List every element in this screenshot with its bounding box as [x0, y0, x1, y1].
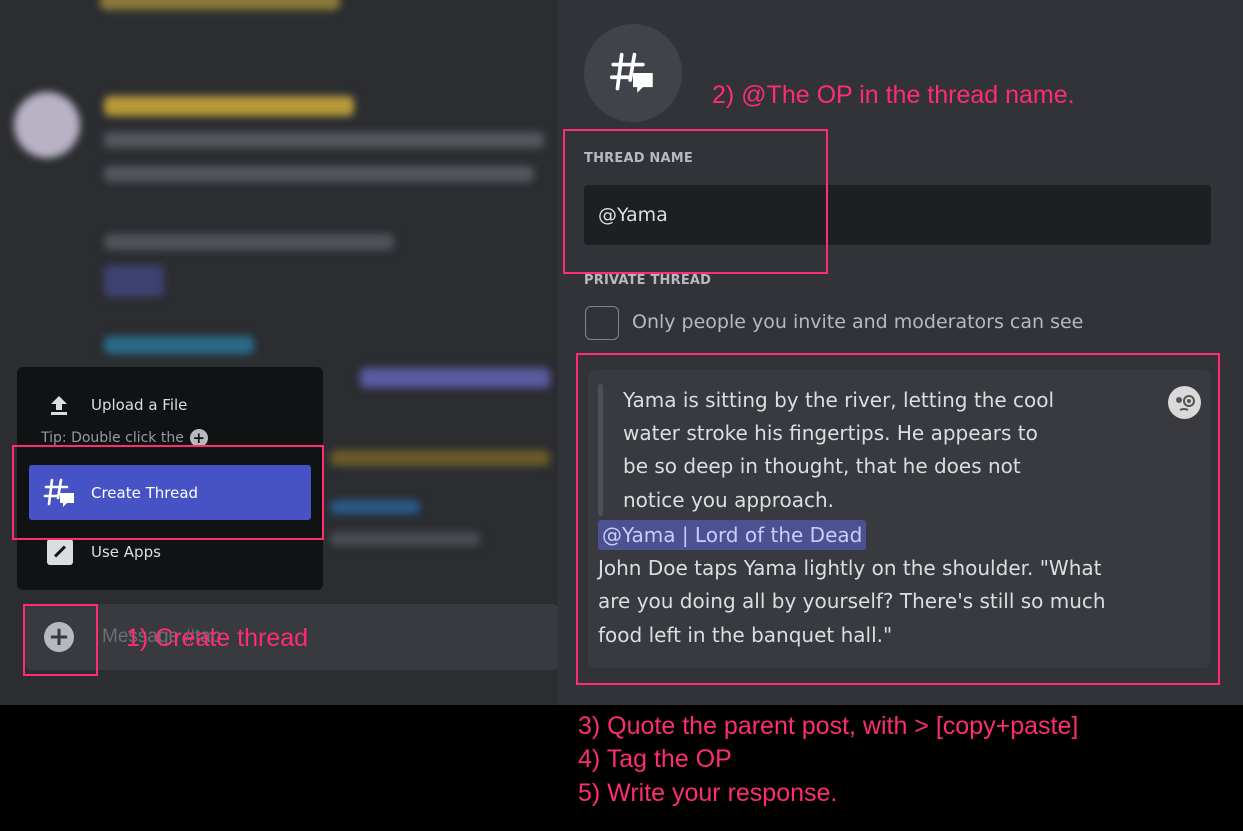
private-thread-description: Only people you invite and moderators ca…	[632, 311, 1084, 333]
highlight-message	[576, 353, 1220, 685]
annotation-step4: 4) Tag the OP	[578, 745, 732, 773]
annotation-step1: 1) Create thread	[126, 624, 309, 652]
highlight-plus-button	[23, 604, 98, 676]
tip-label: Tip: Double click the	[41, 430, 184, 446]
private-thread-checkbox[interactable]	[585, 306, 619, 340]
threads-icon	[609, 52, 653, 93]
highlight-thread-name	[563, 129, 828, 274]
annotation-step2: 2) @The OP in the thread name.	[712, 81, 1075, 109]
blurred-text	[330, 450, 550, 466]
annotation-step3: 3) Quote the parent post, with > [copy+p…	[578, 712, 1079, 740]
upload-icon	[51, 396, 67, 415]
annotation-step5: 5) Write your response.	[578, 779, 838, 807]
upload-file-item[interactable]: Upload a File	[47, 393, 187, 417]
upload-file-label: Upload a File	[91, 396, 188, 414]
chat-background	[0, 0, 560, 705]
blurred-username	[104, 96, 354, 116]
blurred-text	[104, 132, 544, 148]
thread-icon-badge	[584, 24, 682, 122]
blurred-highlight	[360, 368, 550, 388]
blurred-text	[330, 532, 480, 546]
use-apps-item[interactable]: Use Apps	[47, 539, 161, 565]
apps-icon	[47, 539, 73, 565]
blurred-reaction	[104, 265, 164, 297]
blurred-text	[104, 234, 394, 250]
blurred-avatar	[14, 92, 80, 158]
blurred-text	[104, 166, 534, 182]
blurred-text	[330, 500, 420, 514]
blurred-link	[104, 336, 254, 354]
private-thread-label: PRIVATE THREAD	[584, 273, 712, 288]
highlight-create-thread	[12, 445, 324, 540]
blurred-header-text	[100, 0, 340, 10]
use-apps-label: Use Apps	[91, 543, 161, 561]
